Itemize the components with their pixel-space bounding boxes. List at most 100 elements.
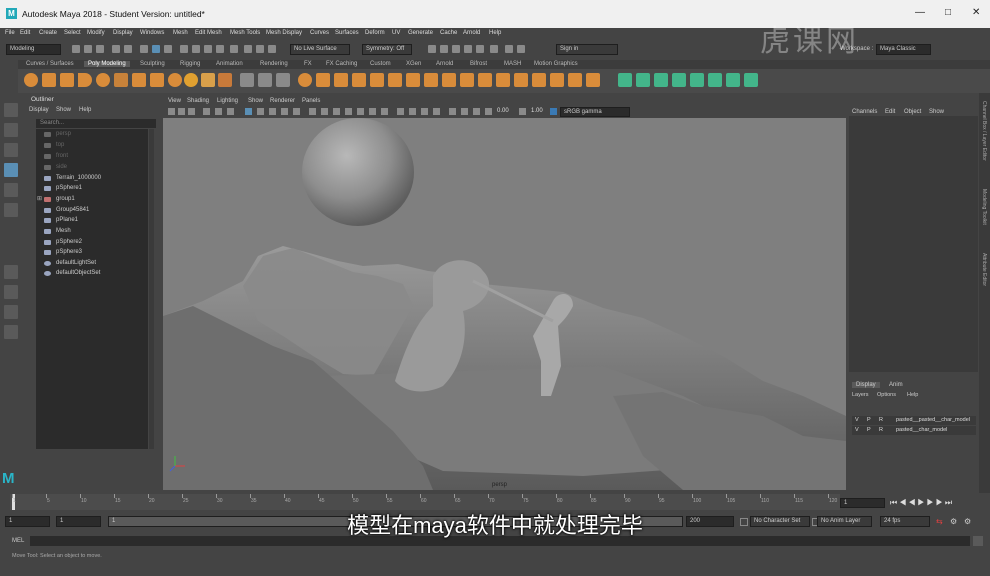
outliner-item[interactable]: persp [56,131,71,137]
gamma-field[interactable]: 1.00 [531,108,543,114]
layer-visible-toggle[interactable]: V [855,416,859,425]
cb-menu-object[interactable]: Object [904,109,921,115]
side-tab-attribute-editor[interactable]: Attribute Editor [981,253,987,286]
move-tool-icon[interactable] [4,163,18,177]
maximize-button[interactable]: □ [945,7,951,18]
layer-row[interactable]: V P R pasted__pasted__char_model [852,416,976,425]
separate-icon[interactable] [258,73,272,87]
color-management-icon[interactable] [550,108,557,115]
play-icon[interactable] [505,45,513,53]
snap-curve-icon[interactable] [192,45,200,53]
boolean-icon[interactable] [298,73,312,87]
menu-display[interactable]: Display [113,30,133,36]
resolution-gate-icon[interactable] [269,108,276,115]
menu-mesh[interactable]: Mesh [173,30,188,36]
planar-uv-icon[interactable] [618,73,632,87]
vp-menu-view[interactable]: View [168,98,181,104]
automatic-uv-icon[interactable] [636,73,650,87]
menu-curves[interactable]: Curves [310,30,329,36]
symmetry-dropdown[interactable]: Symmetry: Off [362,44,412,55]
text-icon[interactable] [201,73,215,87]
poly-disc-icon[interactable] [132,73,146,87]
menu-edit[interactable]: Edit [20,30,30,36]
ambient-occlusion-icon[interactable] [449,108,456,115]
vp-menu-show[interactable]: Show [248,98,263,104]
bevel-icon[interactable] [370,73,384,87]
2d-pan-icon[interactable] [215,108,222,115]
redo-icon[interactable] [124,45,132,53]
outliner-item[interactable]: group1 [56,196,75,202]
grid-icon[interactable] [245,108,252,115]
scale-tool-icon[interactable] [4,203,18,217]
new-scene-icon[interactable] [72,45,80,53]
menu-generate[interactable]: Generate [408,30,433,36]
layer-menu-options[interactable]: Options [877,392,896,398]
offset-edge-icon[interactable] [478,73,492,87]
menu-cache[interactable]: Cache [440,30,457,36]
menu-modify[interactable]: Modify [87,30,105,36]
menu-edit-mesh[interactable]: Edit Mesh [195,30,222,36]
image-plane-icon[interactable] [464,45,472,53]
outliner-search-input[interactable]: Search... [36,119,156,128]
exposure-field[interactable]: 0.00 [497,108,509,114]
layer-tab-anim[interactable]: Anim [889,382,903,388]
fill-hole-icon[interactable] [388,73,402,87]
minimize-button[interactable]: — [915,7,925,18]
gamma-icon[interactable] [519,108,526,115]
side-tab-modeling-toolkit[interactable]: Modeling Toolkit [981,189,987,225]
spherical-uv-icon[interactable] [672,73,686,87]
xray-icon[interactable] [490,45,498,53]
pause-icon[interactable] [517,45,525,53]
shelf-tab-motion-graphics[interactable]: Motion Graphics [534,61,578,67]
combine-icon[interactable] [240,73,254,87]
select-object-icon[interactable] [152,45,160,53]
sign-in-dropdown[interactable]: Sign in [556,44,618,55]
outliner-item[interactable]: pPlane1 [56,217,78,223]
close-button[interactable]: ✕ [972,7,980,18]
two-view-icon[interactable] [4,305,18,319]
layer-reference-toggle[interactable]: R [879,416,883,425]
outliner-item[interactable]: Group45841 [56,207,89,213]
menu-file[interactable]: File [5,30,15,36]
shelf-tab-poly-modeling[interactable]: Poly Modeling [84,61,130,67]
undo-icon[interactable] [112,45,120,53]
outliner-menu-show[interactable]: Show [56,107,71,113]
extrude-icon[interactable] [334,73,348,87]
smooth-icon[interactable] [276,73,290,87]
shadows-icon[interactable] [381,108,388,115]
collapse-icon[interactable] [532,73,546,87]
sphere-highlight-icon[interactable] [184,73,198,87]
bookmark-icon[interactable] [452,45,460,53]
render-icon[interactable] [244,45,252,53]
quadrangulate-icon[interactable] [586,73,600,87]
cb-menu-edit[interactable]: Edit [885,109,895,115]
lasso-tool-icon[interactable] [4,123,18,137]
shelf-tab-xgen[interactable]: XGen [406,61,421,67]
menu-arnold[interactable]: Arnold [463,30,480,36]
wireframe-on-shaded-icon[interactable] [345,108,352,115]
camera-select-icon[interactable] [168,108,175,115]
layer-playback-toggle[interactable]: P [867,426,871,435]
playback-buttons[interactable]: ⏮◀◀▶▶▶⏭ [890,498,954,508]
quad-draw-icon[interactable] [496,73,510,87]
snap-point-icon[interactable] [204,45,212,53]
shelf-tab-bifrost[interactable]: Bifrost [470,61,487,67]
connect-icon[interactable] [550,73,564,87]
expand-icon[interactable]: ⊞ [37,195,42,202]
outliner-layout-icon[interactable] [4,325,18,339]
shelf-tab-fx[interactable]: FX [304,61,312,67]
poly-cube-icon[interactable] [42,73,56,87]
image-plane-icon[interactable] [203,108,210,115]
cut-uv-icon[interactable] [708,73,722,87]
multi-cut-icon[interactable] [442,73,456,87]
current-frame-field[interactable]: 1 [840,498,885,508]
triangulate-icon[interactable] [568,73,582,87]
open-scene-icon[interactable] [84,45,92,53]
outliner-item[interactable]: pSphere1 [56,185,82,191]
mirror-icon[interactable] [316,73,330,87]
bridge-icon[interactable] [352,73,366,87]
use-lights-icon[interactable] [369,108,376,115]
menu-help[interactable]: Help [489,30,501,36]
xray-components-icon[interactable] [433,108,440,115]
menu-create[interactable]: Create [39,30,57,36]
